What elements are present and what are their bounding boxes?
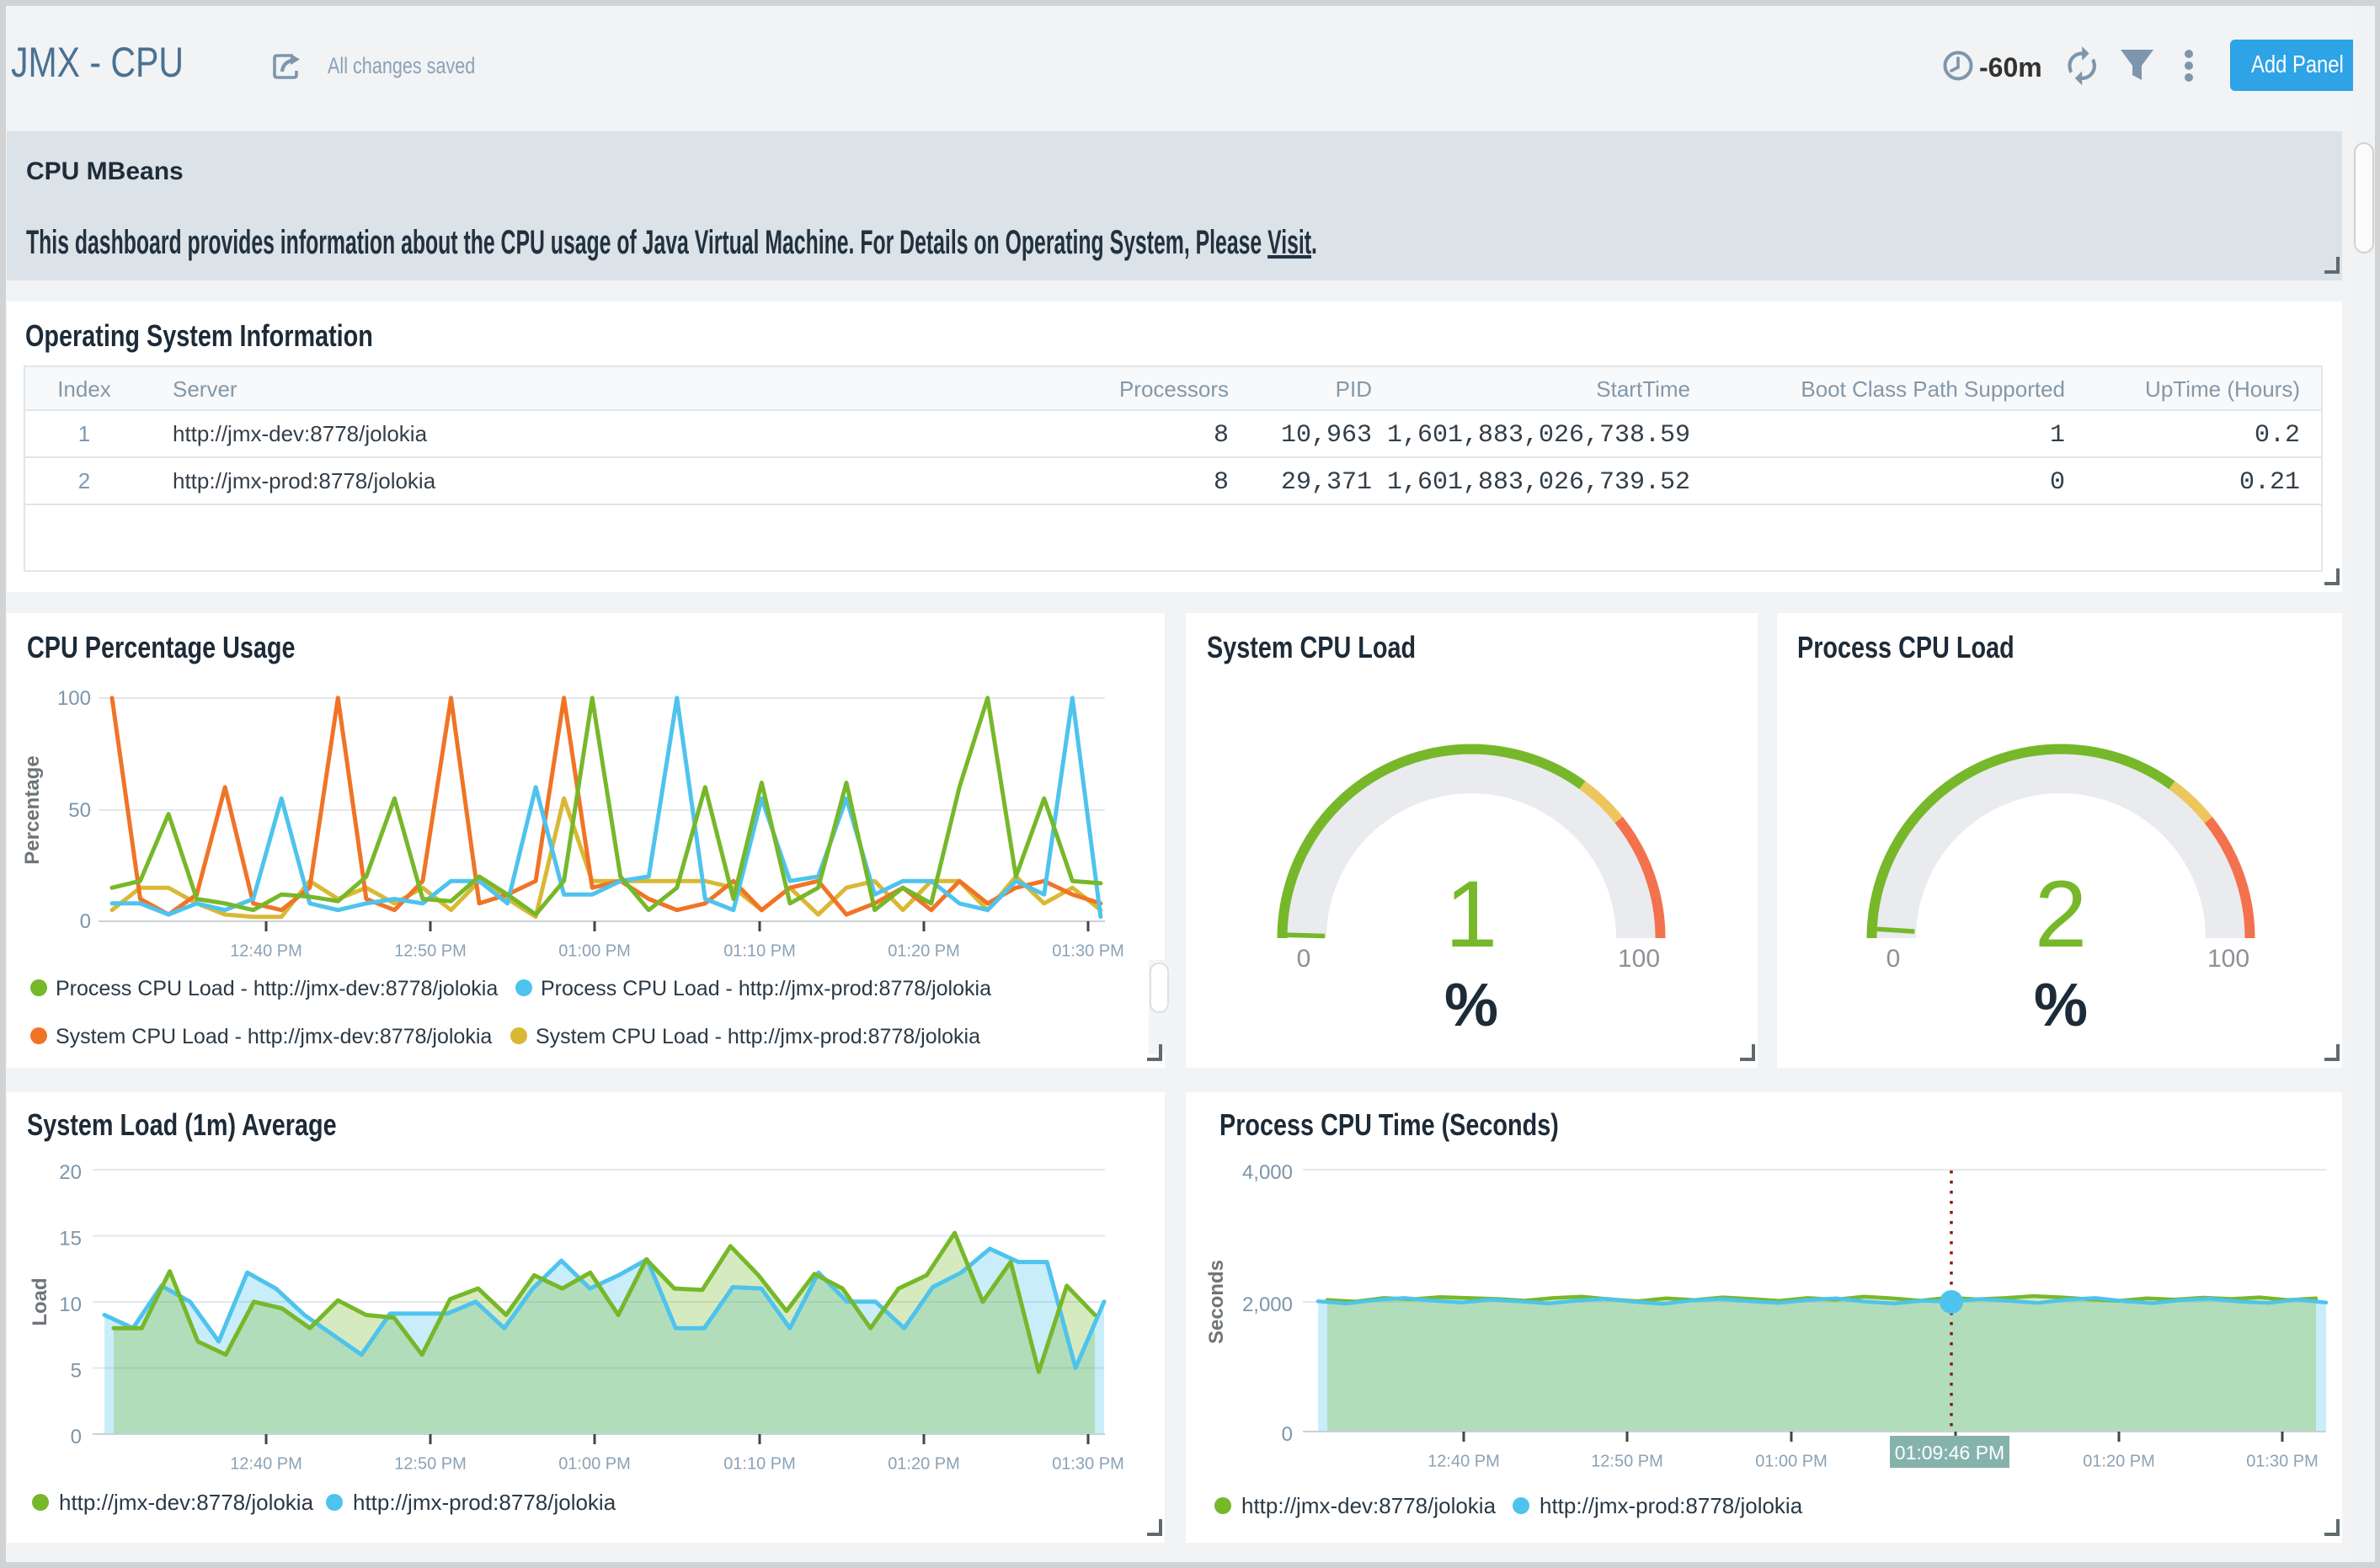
svg-text:01:00 PM: 01:00 PM (558, 1455, 631, 1474)
svg-text:01:20 PM: 01:20 PM (888, 942, 960, 961)
svg-text:01:20 PM: 01:20 PM (2083, 1453, 2155, 1471)
svg-text:01:10 PM: 01:10 PM (723, 1455, 796, 1474)
svg-text:System CPU Load - http://jmx-p: System CPU Load - http://jmx-prod:8778/j… (536, 1025, 980, 1048)
svg-text:0: 0 (71, 1426, 82, 1448)
svg-text:100: 100 (57, 687, 91, 710)
svg-text:01:10 PM: 01:10 PM (723, 942, 796, 961)
svg-text:1: 1 (1445, 861, 1497, 967)
svg-text:5: 5 (71, 1360, 82, 1383)
svg-text:Process CPU Load - http://jmx-: Process CPU Load - http://jmx-dev:8778/j… (56, 977, 498, 1000)
svg-text:Seconds: Seconds (1205, 1260, 1228, 1344)
svg-text:0: 0 (1282, 1423, 1293, 1446)
svg-text:http://jmx-prod:8778/jolokia: http://jmx-prod:8778/jolokia (1540, 1493, 1803, 1518)
svg-text:100: 100 (1618, 945, 1660, 973)
svg-text:Load: Load (29, 1277, 51, 1325)
svg-text:http://jmx-dev:8778/jolokia: http://jmx-dev:8778/jolokia (59, 1490, 314, 1515)
svg-text:System CPU Load - http://jmx-d: System CPU Load - http://jmx-dev:8778/jo… (56, 1025, 492, 1048)
svg-text:01:09:46 PM: 01:09:46 PM (1895, 1442, 2004, 1464)
svg-text:2,000: 2,000 (1242, 1293, 1293, 1316)
svg-text:http://jmx-prod:8778/jolokia: http://jmx-prod:8778/jolokia (353, 1490, 616, 1515)
svg-text:20: 20 (59, 1161, 82, 1184)
svg-text:01:30 PM: 01:30 PM (1052, 942, 1124, 961)
svg-text:12:40 PM: 12:40 PM (230, 942, 302, 961)
svg-text:01:00 PM: 01:00 PM (1755, 1453, 1828, 1471)
svg-text:12:40 PM: 12:40 PM (230, 1455, 302, 1474)
svg-text:12:50 PM: 12:50 PM (394, 1455, 467, 1474)
svg-text:0: 0 (1886, 945, 1901, 973)
svg-text:0: 0 (1297, 945, 1311, 973)
svg-text:Percentage: Percentage (21, 755, 44, 864)
svg-text:http://jmx-dev:8778/jolokia: http://jmx-dev:8778/jolokia (1241, 1493, 1497, 1518)
svg-text:12:50 PM: 12:50 PM (394, 942, 467, 961)
svg-text:Process CPU Load - http://jmx-: Process CPU Load - http://jmx-prod:8778/… (541, 977, 991, 1000)
svg-text:01:30 PM: 01:30 PM (2246, 1453, 2319, 1471)
svg-text:10: 10 (59, 1293, 82, 1316)
svg-text:100: 100 (2207, 945, 2249, 973)
svg-text:12:50 PM: 12:50 PM (1591, 1453, 1663, 1471)
svg-text:%: % (2034, 972, 2088, 1039)
svg-text:12:40 PM: 12:40 PM (1427, 1453, 1500, 1471)
svg-text:01:20 PM: 01:20 PM (888, 1455, 960, 1474)
svg-text:15: 15 (59, 1228, 82, 1251)
svg-text:4,000: 4,000 (1242, 1161, 1293, 1184)
svg-text:01:30 PM: 01:30 PM (1052, 1455, 1124, 1474)
svg-text:2: 2 (2035, 861, 2087, 967)
svg-text:0: 0 (80, 910, 91, 933)
svg-text:50: 50 (68, 799, 91, 822)
svg-text:01:00 PM: 01:00 PM (558, 942, 631, 961)
svg-text:%: % (1444, 972, 1498, 1039)
